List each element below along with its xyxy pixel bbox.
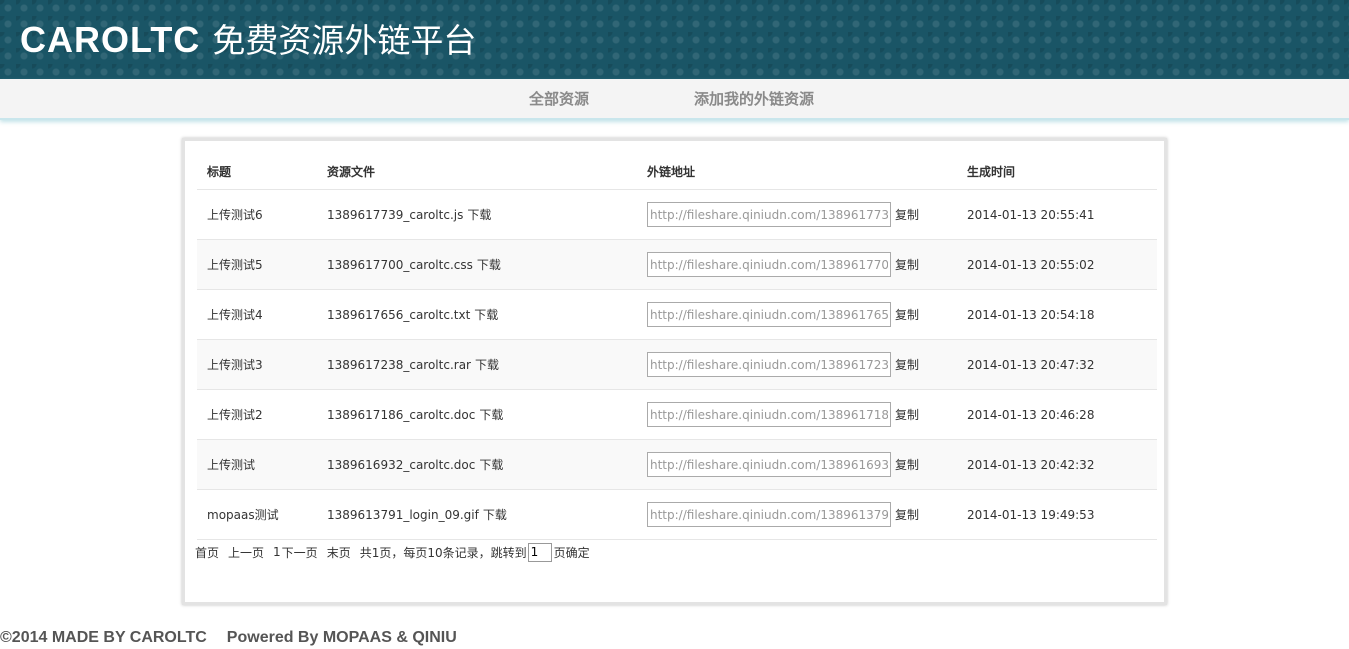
row-file: 1389617739_caroltc.js 下载	[327, 190, 491, 239]
main-nav: 全部资源 添加我的外链资源	[0, 79, 1349, 120]
row-url: 复制	[647, 390, 919, 439]
row-file: 1389616932_caroltc.doc 下载	[327, 440, 503, 489]
pager-last[interactable]: 末页	[327, 544, 351, 561]
table-header: 标题 资源文件 外链地址 生成时间	[197, 141, 1157, 190]
table-row: 上传测试 1389616932_caroltc.doc下载 复制 2014-01-13…	[197, 440, 1157, 490]
row-file: 1389617700_caroltc.css 下载	[327, 240, 501, 289]
url-field[interactable]	[647, 452, 891, 477]
download-link[interactable]: 下载	[483, 506, 507, 523]
row-url: 复制	[647, 490, 919, 539]
row-url: 复制	[647, 290, 919, 339]
table-row: 上传测试2 1389617186_caroltc.doc下载 复制 2014-01-1…	[197, 390, 1157, 440]
table-row: 上传测试6 1389617739_caroltc.js下载 复制 2014-01-13…	[197, 190, 1157, 240]
copy-button[interactable]: 复制	[895, 456, 919, 473]
brand-tagline: 免费资源外链平台	[212, 21, 477, 60]
site-title: CAROLTC 免费资源外链平台	[20, 18, 476, 62]
table-row: 上传测试3 1389617238_caroltc.rar 下载 复制 2014-01-1…	[197, 340, 1157, 390]
resource-panel: 标题 资源文件 外链地址 生成时间 上传测试6 1389617739_carolt…	[182, 138, 1167, 605]
pager-prev[interactable]: 上一页	[228, 544, 264, 561]
pager-jump-input[interactable]	[527, 542, 552, 562]
site-header: CAROLTC 免费资源外链平台	[0, 0, 1349, 79]
pager-confirm-button[interactable]: 确定	[566, 544, 590, 561]
footer-copyright: ©2014 MADE BY CAROLTC	[0, 629, 207, 646]
row-url: 复制	[647, 340, 919, 389]
table-row: mopaas测试 1389613791_login_09.gif 下载 复制 2014-…	[197, 490, 1157, 540]
row-time: 2014-01-13 20:42:32	[967, 457, 1095, 472]
copy-button[interactable]: 复制	[895, 206, 919, 223]
download-link[interactable]: 下载	[479, 406, 503, 423]
row-file-name: 1389617739_caroltc.js	[327, 207, 464, 222]
nav-add-resource[interactable]: 添加我的外链资源	[694, 79, 814, 120]
pager-current: 1	[273, 545, 281, 559]
column-header-url: 外链地址	[647, 164, 696, 179]
pager-first[interactable]: 首页	[195, 544, 219, 561]
row-file-name: 1389617238_caroltc.rar	[327, 357, 471, 372]
pagination: 首页 上一页 1 下一页 末页 共1页，每页10条记录，跳转到 页 确定	[195, 541, 590, 563]
row-url: 复制	[647, 240, 919, 289]
row-title: 上传测试6	[207, 208, 263, 222]
column-header-file: 资源文件	[327, 164, 376, 179]
url-field[interactable]	[647, 502, 891, 527]
row-file: 1389617656_caroltc.txt 下载	[327, 290, 498, 339]
url-field[interactable]	[647, 352, 891, 377]
row-time: 2014-01-13 20:55:02	[967, 257, 1095, 272]
download-link[interactable]: 下载	[475, 356, 499, 373]
row-time: 2014-01-13 20:47:32	[967, 357, 1095, 372]
row-time: 2014-01-13 20:55:41	[967, 207, 1095, 222]
row-file-name: 1389617656_caroltc.txt	[327, 307, 471, 322]
nav-all-resources[interactable]: 全部资源	[529, 79, 589, 120]
pager-summary: 共1页，每页10条记录，跳转到	[359, 545, 527, 560]
row-time: 2014-01-13 20:54:18	[967, 307, 1095, 322]
row-file: 1389617238_caroltc.rar 下载	[327, 340, 499, 389]
download-link[interactable]: 下载	[467, 206, 491, 223]
row-title: 上传测试	[207, 458, 256, 472]
copy-button[interactable]: 复制	[895, 356, 919, 373]
url-field[interactable]	[647, 252, 891, 277]
brand-name: CAROLTC	[20, 19, 201, 60]
row-file: 1389613791_login_09.gif 下载	[327, 490, 507, 539]
download-link[interactable]: 下载	[479, 456, 503, 473]
row-title: 上传测试3	[207, 358, 263, 372]
site-footer: ©2014 MADE BY CAROLTC Powered By MOPAAS &…	[0, 628, 457, 648]
url-field[interactable]	[647, 302, 891, 327]
copy-button[interactable]: 复制	[895, 406, 919, 423]
footer-powered-by: Powered By MOPAAS & QINIU	[226, 629, 457, 646]
row-title: 上传测试5	[207, 258, 263, 272]
row-url: 复制	[647, 190, 919, 239]
row-time: 2014-01-13 19:49:53	[967, 507, 1095, 522]
copy-button[interactable]: 复制	[895, 256, 919, 273]
copy-button[interactable]: 复制	[895, 306, 919, 323]
url-field[interactable]	[647, 402, 891, 427]
row-title: 上传测试4	[207, 308, 263, 322]
row-time: 2014-01-13 20:46:28	[967, 407, 1095, 422]
table-row: 上传测试4 1389617656_caroltc.txt下载 复制 2014-01-1…	[197, 290, 1157, 340]
column-header-time: 生成时间	[967, 164, 1016, 179]
row-url: 复制	[647, 440, 919, 489]
url-field[interactable]	[647, 202, 891, 227]
row-title: 上传测试2	[207, 408, 263, 422]
row-file-name: 1389617700_caroltc.css	[327, 257, 473, 272]
row-file-name: 1389613791_login_09.gif	[327, 507, 479, 522]
pager-next[interactable]: 下一页	[282, 544, 318, 561]
row-title: mopaas测试	[207, 508, 279, 522]
row-file-name: 1389616932_caroltc.doc	[327, 457, 476, 472]
pager-page-suffix: 页	[553, 545, 566, 560]
row-file: 1389617186_caroltc.doc 下载	[327, 390, 503, 439]
copy-button[interactable]: 复制	[895, 506, 919, 523]
table-row: 上传测试5 1389617700_caroltc.css 下载 复制 2014-01-1…	[197, 240, 1157, 290]
download-link[interactable]: 下载	[474, 306, 498, 323]
row-file-name: 1389617186_caroltc.doc	[327, 407, 476, 422]
column-header-title: 标题	[207, 164, 232, 179]
download-link[interactable]: 下载	[477, 256, 501, 273]
